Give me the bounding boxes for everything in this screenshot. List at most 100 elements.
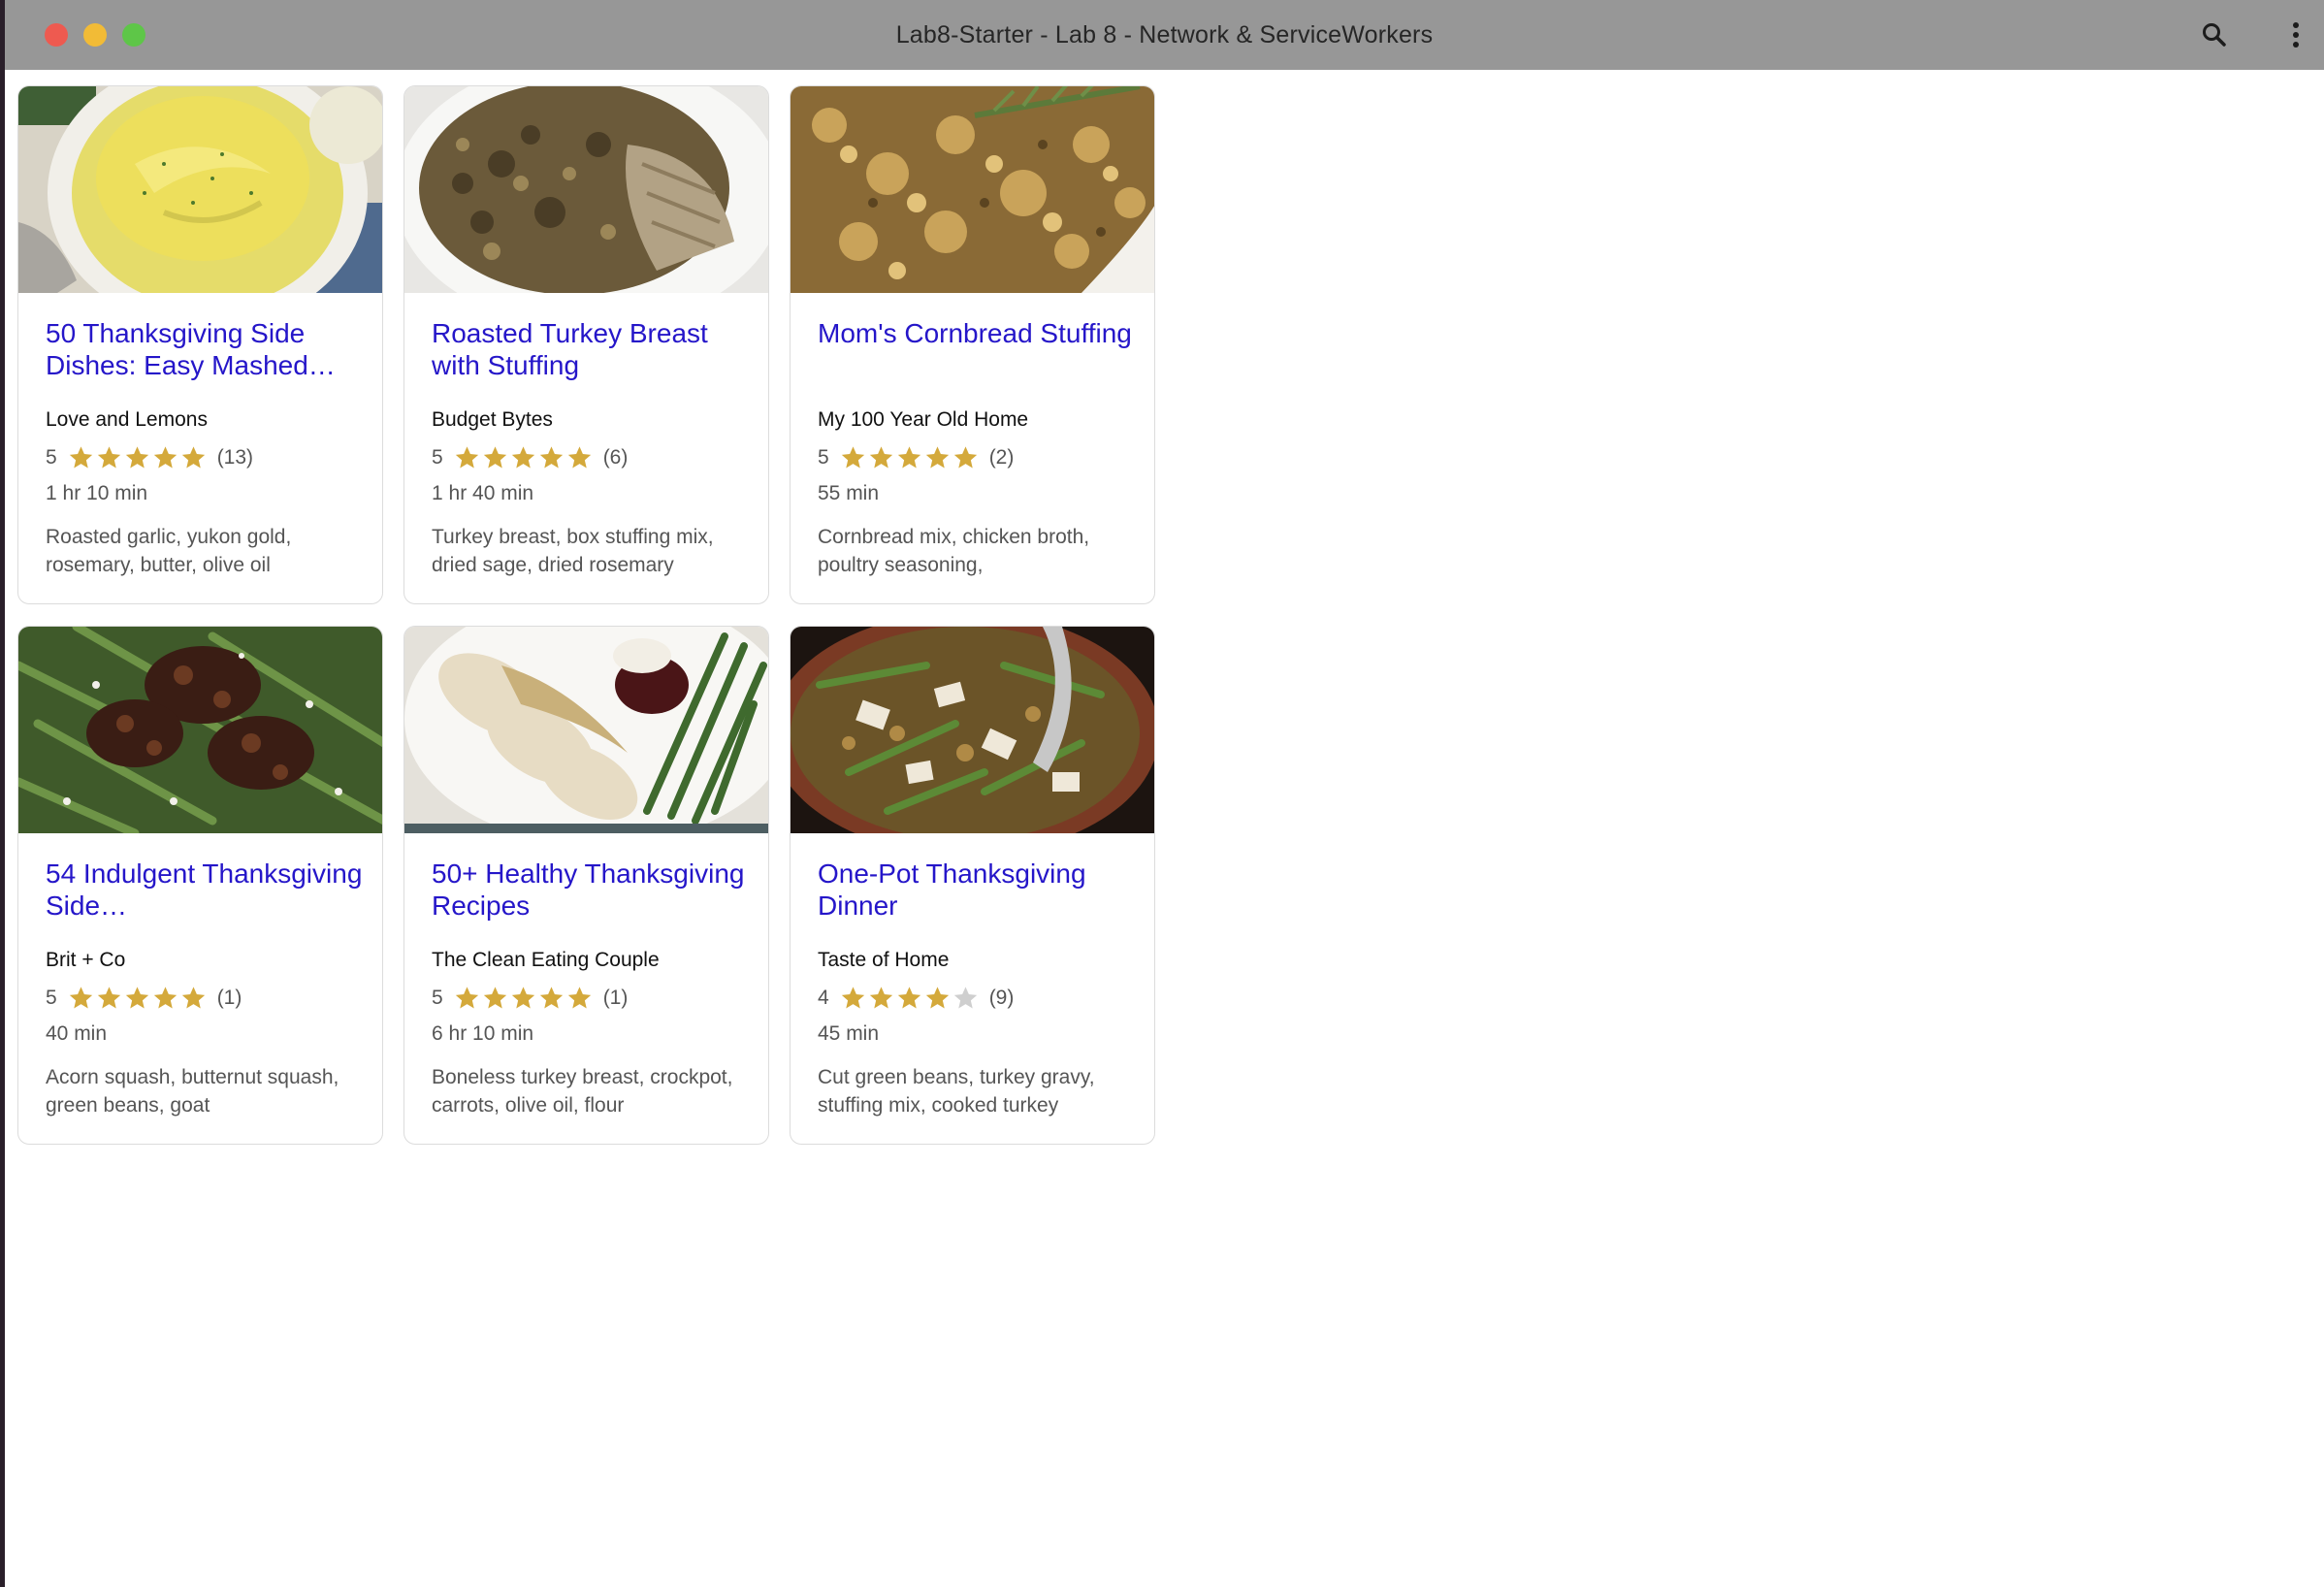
ingredients: Boneless turkey breast, crockpot, carrot… [432,1066,733,1117]
turkey-stuffing-image [404,86,768,293]
turkey-gravy-image [404,627,768,833]
cook-time: 55 min [818,482,880,504]
recipe-card[interactable]: 50+ Healthy Thanksgiving Recipes The Cle… [403,626,769,1145]
star-filled-icon [153,987,177,1009]
ingredients: Cut green beans, turkey gravy, stuffing … [818,1066,1095,1117]
review-count: (2) [988,446,1015,469]
rating-row: 5 (1) [46,984,242,1013]
browser-window: Lab8-Starter - Lab 8 - Network & Service… [5,0,2324,1587]
star-filled-icon [841,446,864,469]
recipe-org: Love and Lemons [46,408,208,431]
star-filled-icon [567,987,591,1009]
rating-value: 5 [46,987,57,1009]
star-filled-icon [153,446,177,469]
star-filled-icon [483,446,506,469]
rating-value: 5 [432,446,443,469]
recipe-card[interactable]: 54 Indulgent Thanksgiving Side… Brit + C… [17,626,383,1145]
title-bar: Lab8-Starter - Lab 8 - Network & Service… [5,0,2324,70]
rating-row: 5 (1) [432,984,628,1013]
rating-row: 5 (6) [432,443,628,472]
cook-time: 1 hr 40 min [432,482,534,504]
window-title: Lab8-Starter - Lab 8 - Network & Service… [895,21,1434,49]
recipe-title-link[interactable]: 54 Indulgent Thanksgiving Side… [46,858,366,922]
star-filled-icon [511,987,534,1009]
rating-value: 5 [432,987,443,1009]
star-rating [67,444,208,471]
star-filled-icon [869,446,892,469]
rating-value: 4 [818,987,829,1009]
recipe-image [404,627,768,833]
recipe-card[interactable]: Mom's Cornbread Stuffing My 100 Year Old… [790,85,1155,604]
star-filled-icon [181,446,205,469]
star-filled-icon [97,446,120,469]
ingredients: Acorn squash, butternut squash, green be… [46,1066,339,1117]
star-rating [453,985,594,1012]
recipe-org: My 100 Year Old Home [818,408,1029,431]
cornbread-stuffing-image [791,86,1154,293]
recipe-image [404,86,768,293]
rating-row: 5 (13) [46,443,253,472]
recipe-org: Taste of Home [818,949,950,971]
ingredients: Turkey breast, box stuffing mix, dried s… [432,526,714,576]
star-filled-icon [181,987,205,1009]
star-rating [839,444,980,471]
recipe-title-link[interactable]: One-Pot Thanksgiving Dinner [818,858,1138,922]
recipe-title-link[interactable]: Roasted Turkey Breast with Stuffing [432,317,752,381]
star-filled-icon [841,987,864,1009]
star-empty-icon [953,987,977,1009]
recipe-image [18,627,382,833]
star-filled-icon [69,446,92,469]
rating-value: 5 [818,446,829,469]
star-filled-icon [567,446,591,469]
recipe-org: The Clean Eating Couple [432,949,660,971]
star-filled-icon [125,987,148,1009]
recipe-title-link[interactable]: 50 Thanksgiving Side Dishes: Easy Mashed… [46,317,366,381]
more-vertical-icon[interactable] [2280,19,2311,50]
ingredients: Cornbread mix, chicken broth, poultry se… [818,526,1090,576]
recipe-card[interactable]: 50 Thanksgiving Side Dishes: Easy Mashed… [17,85,383,604]
star-rating [67,985,208,1012]
recipe-card[interactable]: One-Pot Thanksgiving Dinner Taste of Hom… [790,626,1155,1145]
star-filled-icon [925,446,949,469]
mashed-potatoes-image [18,86,382,293]
star-filled-icon [97,987,120,1009]
recipe-image [791,86,1154,293]
star-filled-icon [455,446,478,469]
star-filled-icon [897,987,920,1009]
recipe-image [18,86,382,293]
star-filled-icon [539,446,563,469]
cook-time: 6 hr 10 min [432,1022,534,1045]
star-filled-icon [897,446,920,469]
star-rating [453,444,594,471]
star-filled-icon [483,987,506,1009]
star-filled-icon [925,987,949,1009]
cook-time: 40 min [46,1022,108,1045]
recipe-org: Brit + Co [46,949,126,971]
rating-value: 5 [46,446,57,469]
recipe-title-link[interactable]: 50+ Healthy Thanksgiving Recipes [432,858,752,922]
recipe-title-link[interactable]: Mom's Cornbread Stuffing [818,317,1138,349]
review-count: (1) [216,987,242,1009]
star-filled-icon [125,446,148,469]
search-icon[interactable] [2199,19,2230,50]
green-beans-image [18,627,382,833]
star-rating [839,985,980,1012]
rating-row: 5 (2) [818,443,1014,472]
recipe-org: Budget Bytes [432,408,553,431]
review-count: (6) [602,446,629,469]
star-filled-icon [953,446,977,469]
review-count: (9) [988,987,1015,1009]
star-filled-icon [869,987,892,1009]
one-pot-dinner-image [791,627,1154,833]
star-filled-icon [69,987,92,1009]
ingredients: Roasted garlic, yukon gold, rosemary, bu… [46,526,292,576]
star-filled-icon [539,987,563,1009]
star-filled-icon [511,446,534,469]
review-count: (13) [216,446,254,469]
recipe-image [791,627,1154,833]
cook-time: 1 hr 10 min [46,482,148,504]
recipe-card[interactable]: Roasted Turkey Breast with Stuffing Budg… [403,85,769,604]
cook-time: 45 min [818,1022,880,1045]
rating-row: 4 (9) [818,984,1014,1013]
star-filled-icon [455,987,478,1009]
